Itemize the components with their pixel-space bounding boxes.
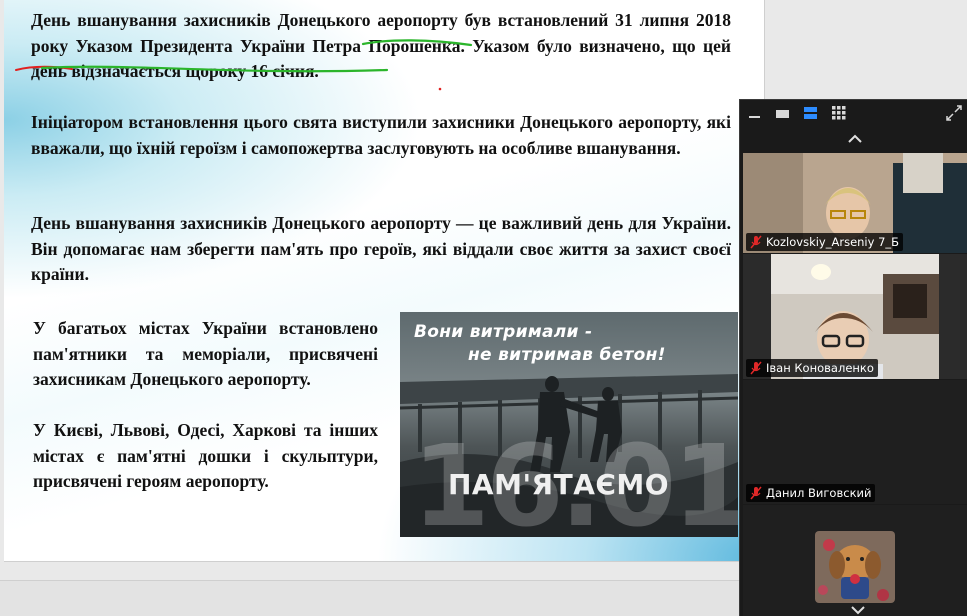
memorial-poster-image: Вони витримали - не витримав бетон! 16.0…	[400, 312, 738, 537]
participant-name-tag: Kozlovskiy_Arseniy 7_Б	[746, 233, 904, 251]
gallery-view-icon[interactable]	[830, 104, 848, 122]
exit-fullscreen-icon[interactable]	[945, 104, 963, 122]
video-panel[interactable]: Kozlovskiy_Arseniy 7_Б Іван Коноваленко	[739, 99, 967, 616]
video-panel-toolbar	[740, 100, 967, 126]
slide-paragraph-1: День вшанування захисників Донецького ае…	[31, 10, 731, 81]
muted-mic-icon	[750, 361, 762, 375]
participant-video-tile[interactable]: Данил Виговский	[743, 380, 967, 504]
poster-headline-1: Вони витримали -	[414, 322, 593, 342]
slide-paragraph-5: У Києві, Львові, Одесі, Харкові та інших…	[33, 420, 378, 491]
annotation-red-dot	[438, 87, 442, 91]
slide-paragraph-4: У багатьох містах України встановлено па…	[33, 318, 378, 389]
poster-caption: ПАМ'ЯТАЄМО	[448, 468, 670, 501]
hide-video-icon[interactable]	[774, 104, 792, 122]
slide-paragraph-2: Ініціатором встановлення цього свята вис…	[31, 112, 731, 158]
participant-name: Іван Коноваленко	[766, 361, 874, 375]
muted-mic-icon	[750, 235, 762, 249]
slide-paragraph-3: День вшанування захисників Донецького ае…	[31, 213, 731, 284]
scroll-down-icon[interactable]	[848, 604, 868, 616]
presentation-slide: День вшанування захисників Донецького ае…	[4, 0, 765, 562]
participant-avatar-dog	[815, 531, 895, 603]
muted-mic-icon	[750, 486, 762, 500]
participant-name: Kozlovskiy_Arseniy 7_Б	[766, 235, 900, 249]
participant-video-tile[interactable]: Іван Коноваленко	[743, 254, 967, 379]
participant-video-tile[interactable]: Kozlovskiy_Arseniy 7_Б	[743, 153, 967, 253]
poster-headline-2: не витримав бетон!	[468, 345, 666, 365]
scroll-up-icon[interactable]	[845, 130, 865, 148]
presentation-bottom-bar	[0, 580, 740, 616]
participant-name-tag: Іван Коноваленко	[746, 359, 878, 377]
participant-video-tile[interactable]	[743, 505, 967, 616]
participant-name: Данил Виговский	[766, 486, 872, 500]
speaker-view-icon[interactable]	[802, 104, 820, 122]
minimize-icon[interactable]	[746, 104, 764, 122]
participant-name-tag: Данил Виговский	[746, 484, 876, 502]
